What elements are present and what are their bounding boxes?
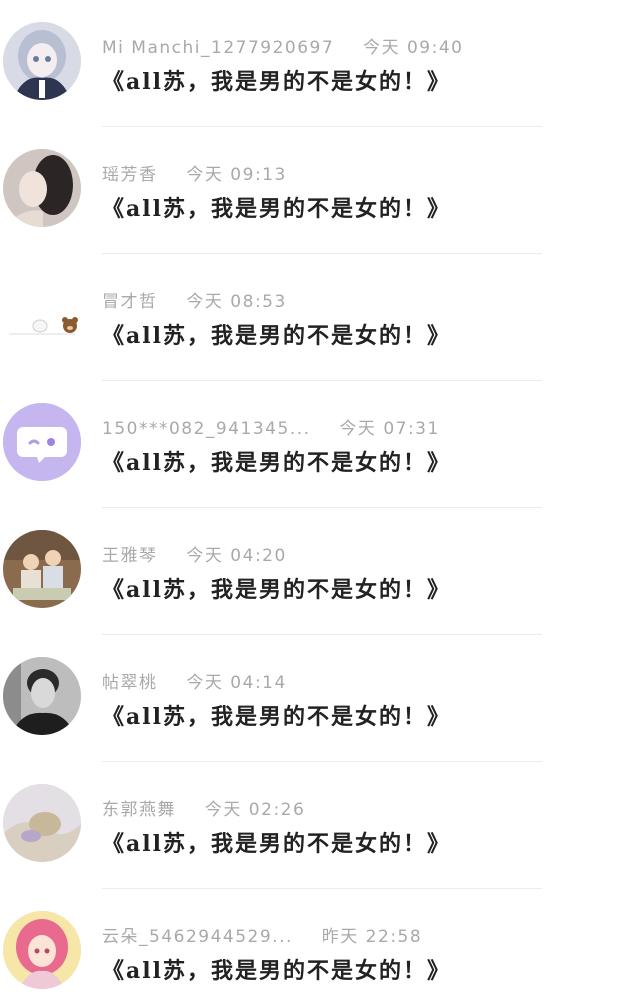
kids-photo-icon	[3, 530, 81, 608]
painting-avatar[interactable]	[3, 784, 81, 862]
comment-meta: 150***082_941345... 今天 07:31	[102, 414, 440, 439]
comment-item[interactable]: 帖翠桃 今天 04:14 《all苏，我是男的不是女的！》	[0, 635, 640, 762]
comment-item[interactable]: 云朵_5462944529... 昨天 22:58 《all苏，我是男的不是女的…	[0, 889, 640, 1006]
comment-item[interactable]: Mi Manchi_1277920697 今天 09:40 《all苏，我是男的…	[0, 0, 640, 127]
timestamp: 今天 08:53	[186, 292, 287, 312]
man-portrait-avatar[interactable]	[3, 657, 81, 735]
cartoon-bear-icon	[3, 276, 81, 354]
comment-item[interactable]: 王雅琴 今天 04:20 《all苏，我是男的不是女的！》	[0, 508, 640, 635]
cartoon-bear-avatar[interactable]	[3, 276, 81, 354]
comment-text: 《all苏，我是男的不是女的！》	[102, 323, 451, 349]
comment-item[interactable]: 东郭燕舞 今天 02:26 《all苏，我是男的不是女的！》	[0, 762, 640, 889]
comment-meta: 瑶芳香 今天 09:13	[102, 160, 287, 185]
couple-photo-avatar[interactable]	[3, 149, 81, 227]
timestamp: 今天 07:31	[339, 419, 440, 439]
comment-text: 《all苏，我是男的不是女的！》	[102, 69, 451, 95]
username[interactable]: 150***082_941345...	[102, 419, 311, 439]
username[interactable]: 王雅琴	[102, 541, 158, 566]
pink-hair-girl-icon	[3, 911, 81, 989]
comment-meta: 云朵_5462944529... 昨天 22:58	[102, 922, 423, 947]
chat-bubble-avatar[interactable]	[3, 403, 81, 481]
username[interactable]: Mi Manchi_1277920697	[102, 38, 334, 58]
username[interactable]: 冒才哲	[102, 287, 158, 312]
comment-meta: 冒才哲 今天 08:53	[102, 287, 287, 312]
username[interactable]: 帖翠桃	[102, 668, 158, 693]
anime-girl-icon	[3, 22, 81, 100]
comment-item[interactable]: 瑶芳香 今天 09:13 《all苏，我是男的不是女的！》	[0, 127, 640, 254]
comment-text: 《all苏，我是男的不是女的！》	[102, 831, 451, 857]
comment-list: Mi Manchi_1277920697 今天 09:40 《all苏，我是男的…	[0, 0, 640, 1006]
comment-meta: 帖翠桃 今天 04:14	[102, 668, 287, 693]
pink-hair-girl-avatar[interactable]	[3, 911, 81, 989]
comment-meta: 王雅琴 今天 04:20	[102, 541, 287, 566]
username[interactable]: 云朵_5462944529...	[102, 922, 293, 947]
painting-icon	[3, 784, 81, 862]
comment-item[interactable]: 冒才哲 今天 08:53 《all苏，我是男的不是女的！》	[0, 254, 640, 381]
comment-text: 《all苏，我是男的不是女的！》	[102, 704, 451, 730]
timestamp: 昨天 22:58	[321, 927, 423, 947]
comment-meta: 东郭燕舞 今天 02:26	[102, 795, 306, 820]
comment-text: 《all苏，我是男的不是女的！》	[102, 450, 451, 476]
comment-text: 《all苏，我是男的不是女的！》	[102, 196, 451, 222]
timestamp: 今天 09:40	[363, 38, 464, 58]
comment-item[interactable]: 150***082_941345... 今天 07:31 《all苏，我是男的不…	[0, 381, 640, 508]
chat-bubble-icon	[3, 403, 81, 481]
username[interactable]: 东郭燕舞	[102, 795, 176, 820]
man-portrait-icon	[3, 657, 81, 735]
comment-meta: Mi Manchi_1277920697 今天 09:40	[102, 33, 464, 58]
kids-photo-avatar[interactable]	[3, 530, 81, 608]
timestamp: 今天 02:26	[204, 800, 306, 820]
timestamp: 今天 09:13	[186, 165, 287, 185]
timestamp: 今天 04:20	[186, 546, 287, 566]
comment-text: 《all苏，我是男的不是女的！》	[102, 958, 451, 984]
username[interactable]: 瑶芳香	[102, 160, 158, 185]
couple-photo-icon	[3, 149, 81, 227]
comment-text: 《all苏，我是男的不是女的！》	[102, 577, 451, 603]
anime-girl-avatar[interactable]	[3, 22, 81, 100]
timestamp: 今天 04:14	[186, 673, 287, 693]
